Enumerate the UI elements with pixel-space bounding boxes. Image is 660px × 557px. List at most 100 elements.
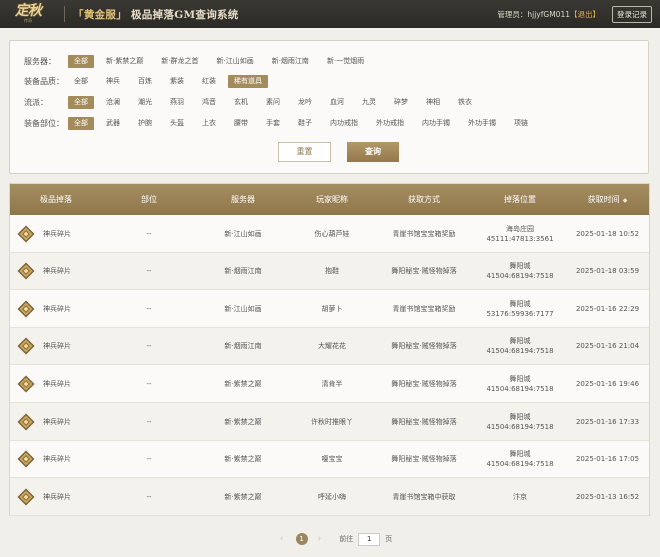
filter-option-school[interactable]: 神相 — [420, 96, 446, 109]
item-fragment-icon — [17, 450, 35, 468]
filter-option-server[interactable]: 新·紫禁之巅 — [100, 55, 149, 68]
cell-player: 许秋时推眼丫 — [311, 417, 353, 426]
filter-option-server[interactable]: 新·群龙之首 — [155, 55, 204, 68]
cell-time: 2025-01-16 19:46 — [575, 379, 640, 388]
filter-option-school[interactable]: 龙吟 — [292, 96, 318, 109]
filter-option-slot[interactable]: 全部 — [68, 116, 94, 130]
query-button[interactable]: 查询 — [347, 142, 399, 162]
filter-option-school[interactable]: 素问 — [260, 96, 286, 109]
filter-option-slot[interactable]: 外功戒指 — [370, 117, 410, 130]
filter-option-server[interactable]: 新·一觉烟雨 — [321, 55, 370, 68]
cell-method: 舞阳秘宝·贼怪物掉落 — [391, 379, 457, 388]
filter-option-slot[interactable]: 外功手镯 — [462, 117, 502, 130]
cell-item: 神兵碎片 — [10, 290, 102, 327]
table-row[interactable]: 神兵碎片 -- 新·烟雨江南 大耀花花 舞阳秘宝·贼怪物掉落 舞阳城 41504:68194… — [10, 327, 649, 366]
location-coords: 41504:68194:7518 — [486, 272, 554, 281]
filter-option-school[interactable]: 全部 — [68, 95, 94, 109]
cell-item: 神兵碎片 — [10, 365, 102, 402]
cell-slot: -- — [146, 229, 152, 238]
filter-option-quality[interactable]: 神兵 — [100, 75, 126, 88]
filter-option-slot[interactable]: 手套 — [260, 117, 286, 130]
filter-option-server[interactable]: 新·烟雨江南 — [266, 55, 315, 68]
filter-option-slot[interactable]: 腰带 — [228, 117, 254, 130]
table-row[interactable]: 神兵碎片 -- 新·烟雨江南 抱鞋 舞阳秘宝·贼怪物掉落 舞阳城 41504:68194:7… — [10, 252, 649, 291]
cell-location: 海岛庄园 45111:47813:3561 — [474, 215, 566, 252]
cell-method: 舞阳秘宝·贼怪物掉落 — [391, 342, 457, 351]
filter-option-school[interactable]: 燕羽 — [164, 96, 190, 109]
top-bar: 定秋 传奇 「黄金服」 极品掉落GM查询系统 管理员：hjjyfGM011 【退… — [0, 0, 660, 28]
filter-option-slot[interactable]: 项链 — [508, 117, 534, 130]
table-row[interactable]: 神兵碎片 -- 新·江山如画 胡萝卜 青崖书馆宝宝箱奖励 舞阳城 53176:59936:7… — [10, 290, 649, 328]
col-header-server: 服务器 — [231, 195, 255, 204]
location-name: 舞阳城 — [509, 374, 531, 383]
pagination: ‹ 1 › 前往 1 页 — [280, 532, 392, 546]
game-logo[interactable]: 定秋 传奇 — [2, 1, 54, 27]
filter-option-school[interactable]: 玄机 — [228, 96, 254, 109]
filter-option-server[interactable]: 全部 — [68, 54, 94, 68]
filter-option-slot[interactable]: 护腕 — [132, 117, 158, 130]
filter-option-slot[interactable]: 鞋子 — [292, 117, 318, 130]
item-fragment-icon — [17, 225, 35, 243]
page-title: 「黄金服」 极品掉落GM查询系统 — [73, 7, 239, 22]
login-log-button[interactable]: 登录记录 — [612, 5, 652, 23]
table-row[interactable]: 神兵碎片 -- 新·紫禁之巅 许秋时推眼丫 舞阳秘宝·贼怪物掉落 舞阳城 41504:681… — [10, 403, 649, 441]
filter-option-slot[interactable]: 内功戒指 — [324, 117, 364, 130]
cell-time: 2025-01-16 21:04 — [575, 342, 640, 351]
location-coords: 53176:59936:7177 — [486, 309, 554, 318]
filter-option-school[interactable]: 潮光 — [132, 96, 158, 109]
cell-player: 大耀花花 — [318, 342, 346, 351]
filter-option-school[interactable]: 碎梦 — [388, 96, 414, 109]
cell-server: 新·紫禁之巅 — [224, 492, 262, 501]
cell-time: 2025-01-16 17:33 — [575, 417, 640, 426]
cell-location: 舞阳城 41504:68194:7518 — [474, 253, 566, 290]
location-name: 舞阳城 — [509, 262, 531, 271]
page-number-current[interactable]: 1 — [295, 533, 308, 545]
filter-option-quality[interactable]: 红装 — [196, 75, 222, 88]
page-unit-label: 页 — [385, 535, 393, 543]
location-coords: 41504:68194:7518 — [486, 422, 554, 431]
reset-button[interactable]: 重置 — [278, 142, 331, 162]
filter-option-school[interactable]: 鸿音 — [196, 96, 222, 109]
next-page-button[interactable]: › — [318, 534, 322, 544]
col-header-time[interactable]: 获取时间 ◆ — [566, 184, 649, 215]
filter-option-school[interactable]: 九灵 — [356, 96, 382, 109]
table-row[interactable]: 神兵碎片 -- 新·紫禁之巅 呼延小嗨 青崖书馆宝箱中获取 汴京 2025-01-13 16… — [10, 478, 649, 516]
col-header-item: 极品掉落 — [40, 195, 72, 204]
cell-slot: -- — [146, 417, 152, 426]
filter-option-slot[interactable]: 头盔 — [164, 117, 190, 130]
filter-option-server[interactable]: 新·江山如画 — [210, 55, 259, 68]
title-bracket-close: 」 — [116, 8, 128, 21]
item-name: 神兵碎片 — [43, 379, 71, 388]
results-table: 极品掉落 部位 服务器 玩家昵称 获取方式 掉落位置 获取时间 ◆ 神兵碎片 -- 新… — [9, 183, 650, 516]
filter-row-slot: 装备部位： 全部 武器 护腕 头盔 上衣 腰带 手套 鞋子 内功戒指 外功戒指 内功手镯 外功手镯 项链 — [24, 116, 540, 130]
table-row[interactable]: 神兵碎片 -- 新·江山如画 伤心葫芦娃 青崖书馆宝宝箱奖励 海岛庄园 45111:4781… — [10, 215, 649, 253]
filter-option-quality[interactable]: 紫装 — [164, 75, 190, 88]
cell-location: 舞阳城 41504:68194:7518 — [474, 441, 566, 478]
filter-option-school[interactable]: 铁衣 — [452, 96, 478, 109]
filter-option-slot[interactable]: 武器 — [100, 117, 126, 130]
filter-option-quality[interactable]: 全部 — [68, 75, 94, 88]
sort-icon[interactable]: ◆ — [623, 197, 628, 204]
filter-option-quality[interactable]: 百炼 — [132, 75, 158, 88]
table-header: 极品掉落 部位 服务器 玩家昵称 获取方式 掉落位置 获取时间 ◆ — [10, 184, 649, 215]
cell-server: 新·烟雨江南 — [224, 342, 262, 351]
cell-player: 嗄宝宝 — [321, 455, 343, 464]
goto-page-input[interactable]: 1 — [358, 532, 381, 546]
item-name: 神兵碎片 — [43, 267, 71, 276]
item-fragment-icon — [17, 413, 35, 431]
table-row[interactable]: 神兵碎片 -- 新·紫禁之巅 嗄宝宝 舞阳秘宝·贼怪物掉落 舞阳城 41504:68194:… — [10, 441, 649, 479]
filter-option-slot[interactable]: 内功手镯 — [416, 117, 456, 130]
location-coords: 41504:68194:7518 — [486, 384, 554, 393]
prev-page-button[interactable]: ‹ — [280, 534, 284, 544]
location-name: 舞阳城 — [509, 337, 531, 346]
filter-option-school[interactable]: 沧澜 — [100, 96, 126, 109]
logout-link[interactable]: 【退出】 — [570, 9, 600, 20]
location-name: 海岛庄园 — [506, 224, 534, 233]
cell-slot: -- — [146, 304, 152, 313]
table-row[interactable]: 神兵碎片 -- 新·紫禁之巅 清肯半 舞阳秘宝·贼怪物掉落 舞阳城 41504:68194:… — [10, 365, 649, 403]
filter-option-slot[interactable]: 上衣 — [196, 117, 222, 130]
filter-option-school[interactable]: 血河 — [324, 96, 350, 109]
filter-row-quality: 装备品质： 全部 神兵 百炼 紫装 红装 稀有道具 — [24, 74, 274, 88]
filter-option-quality[interactable]: 稀有道具 — [228, 74, 268, 88]
cell-player: 抱鞋 — [325, 267, 339, 276]
